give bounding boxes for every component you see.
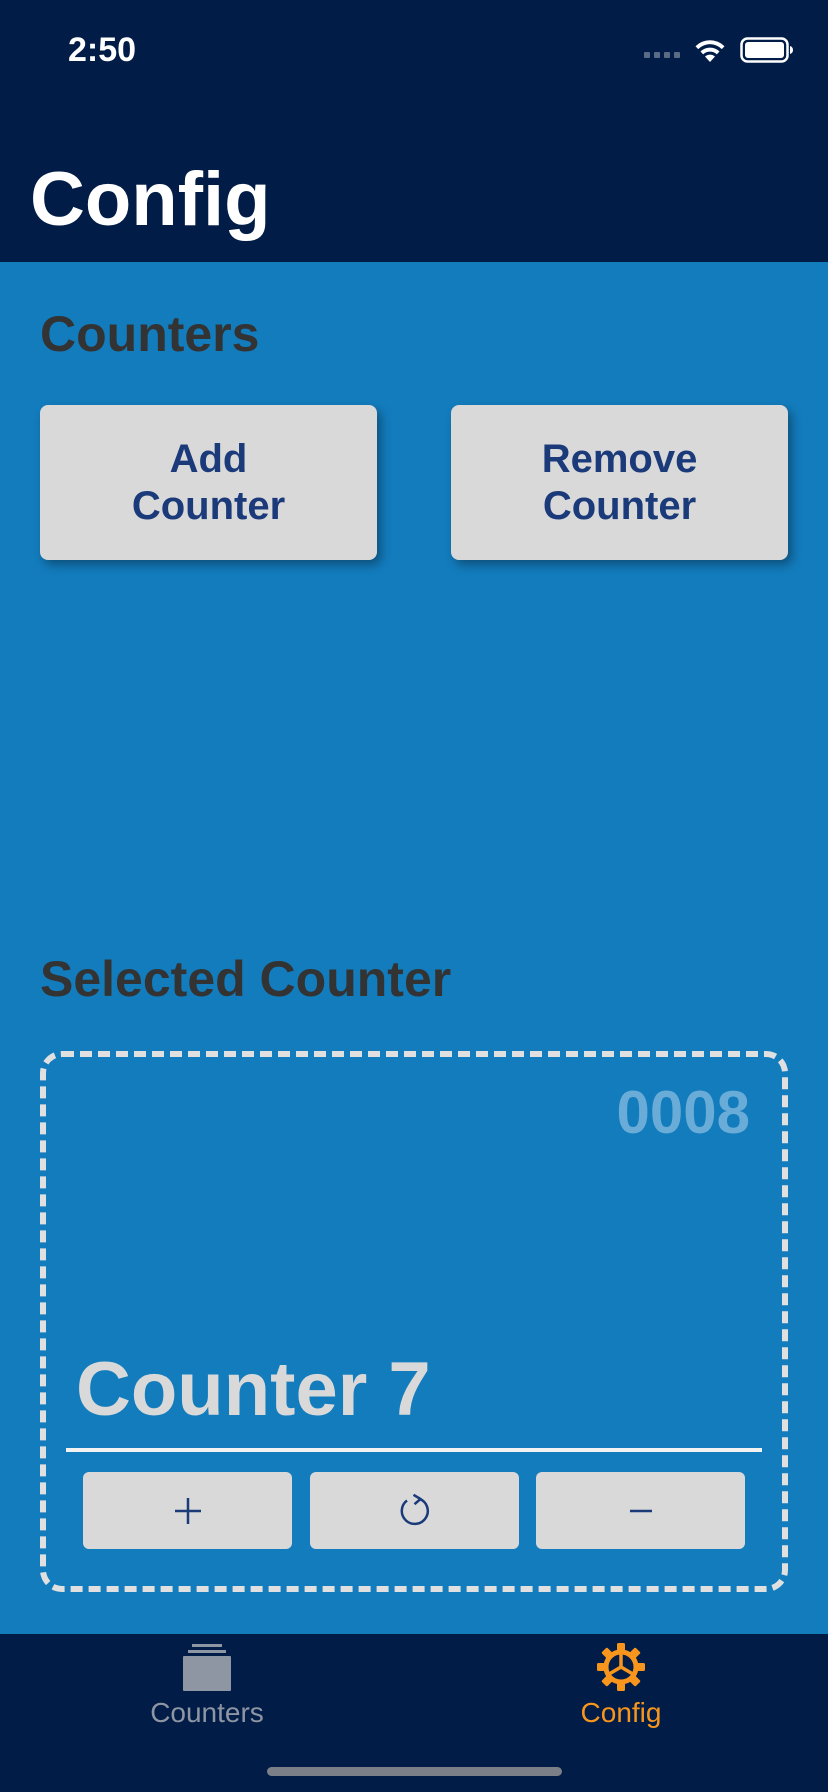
stack-icon (183, 1644, 231, 1691)
counter-value: 0008 (616, 1079, 750, 1146)
tab-label-counters: Counters (150, 1697, 264, 1728)
counter-name: Counter 7 (76, 1347, 431, 1432)
home-indicator[interactable] (267, 1767, 562, 1776)
status-time: 2:50 (68, 31, 137, 69)
refresh-icon (400, 1493, 429, 1525)
decrement-button[interactable] (536, 1472, 745, 1549)
plus-icon (174, 1497, 201, 1524)
add-counter-button[interactable]: Add Counter (40, 405, 377, 560)
gear-icon (597, 1643, 645, 1691)
selected-counter-section-title: Selected Counter (40, 951, 452, 1007)
tab-config[interactable]: Config (414, 1634, 828, 1754)
tab-label-config: Config (580, 1697, 662, 1728)
tab-counters[interactable]: Counters (0, 1634, 414, 1754)
counters-section-title: Counters (40, 306, 260, 362)
increment-button[interactable] (83, 1472, 292, 1549)
page-title: Config (30, 157, 271, 242)
remove-counter-button[interactable]: Remove Counter (451, 405, 788, 560)
selected-counter-card[interactable]: 0008 Counter 7 (40, 1051, 788, 1592)
cellular-signal-icon (644, 52, 680, 58)
wifi-icon (695, 40, 725, 62)
navigation-header: 2:50 Config (0, 0, 828, 262)
battery-icon (740, 37, 793, 63)
reset-button[interactable] (310, 1472, 519, 1549)
status-indicators (644, 34, 794, 66)
divider (66, 1448, 762, 1452)
tab-bar: Counters Config (0, 1634, 828, 1792)
minus-icon (629, 1509, 652, 1512)
